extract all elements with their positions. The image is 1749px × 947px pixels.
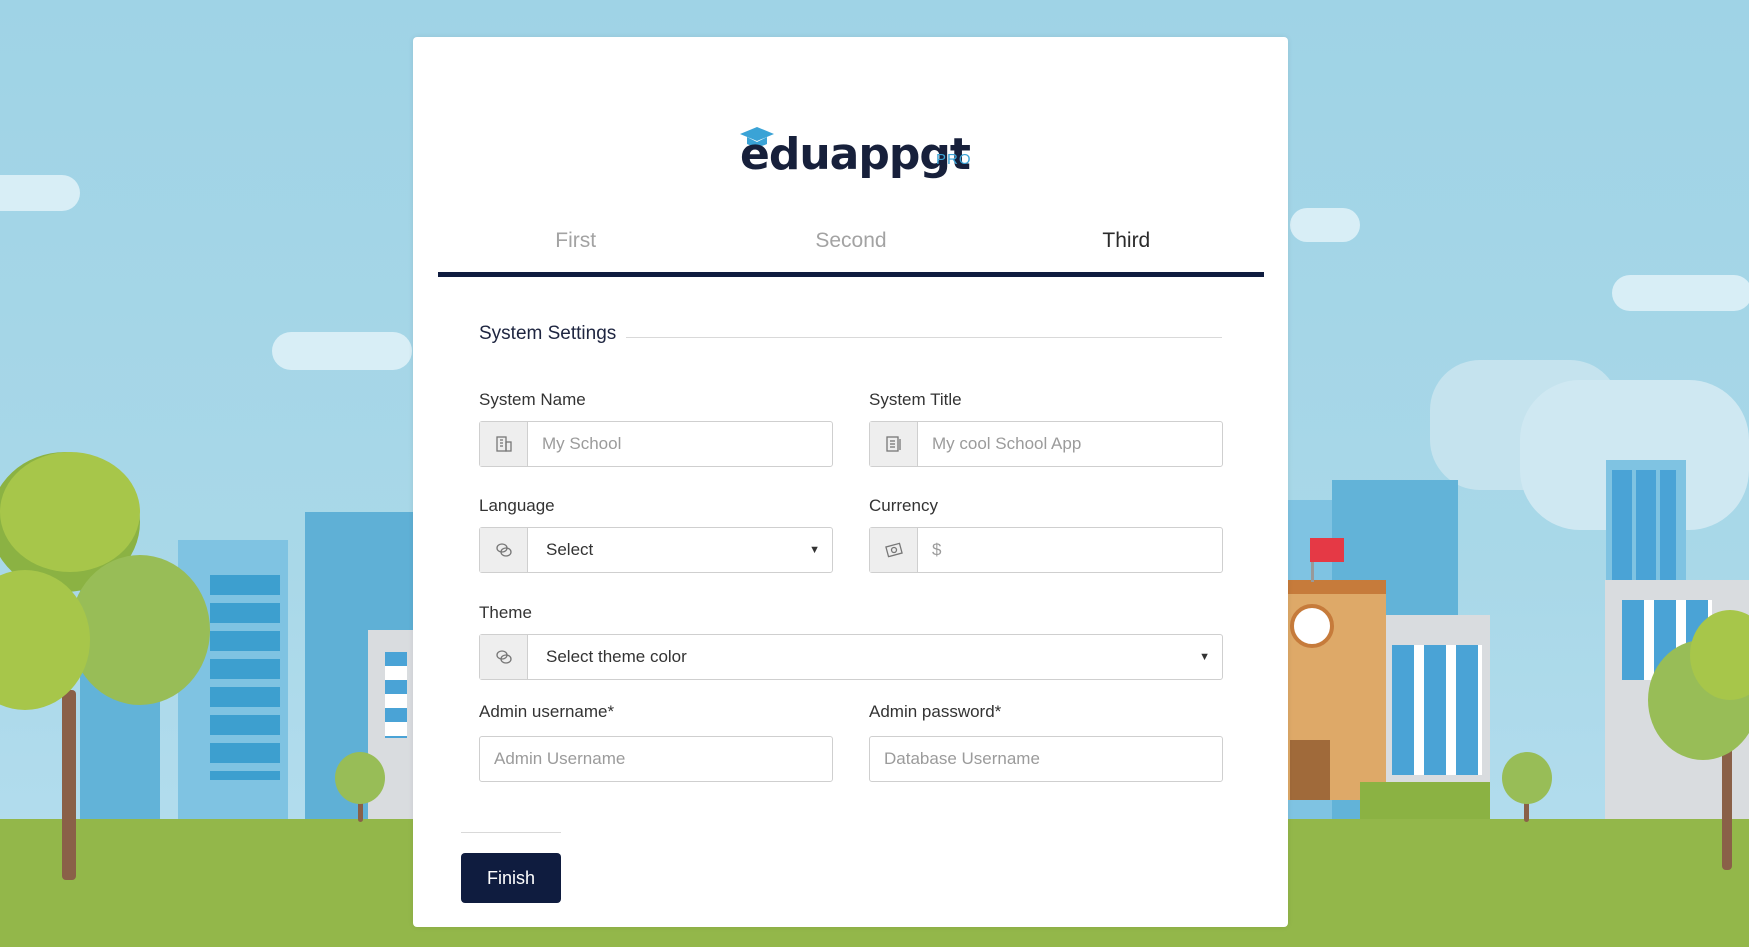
system-title-label: System Title bbox=[869, 390, 962, 409]
admin-password-group bbox=[869, 736, 1223, 782]
theme-value: Select theme color bbox=[546, 647, 687, 666]
tab-first[interactable]: First bbox=[438, 217, 713, 272]
tree-foliage bbox=[70, 555, 210, 705]
system-title-input[interactable] bbox=[918, 422, 1222, 466]
theme-group: Select theme color ▼ bbox=[479, 634, 1223, 680]
building bbox=[210, 575, 280, 780]
section-title: System Settings bbox=[479, 323, 627, 344]
building-icon bbox=[480, 422, 528, 466]
chevron-down-icon: ▼ bbox=[809, 544, 820, 556]
chevron-down-icon: ▼ bbox=[1199, 651, 1210, 663]
system-title-group bbox=[869, 421, 1223, 467]
cloud bbox=[272, 332, 412, 370]
admin-username-label: Admin username* bbox=[479, 702, 615, 721]
system-name-input[interactable] bbox=[528, 422, 832, 466]
setup-wizard-card: eduappgt PRO First Second Third System S… bbox=[413, 37, 1288, 927]
money-icon bbox=[870, 528, 918, 572]
building bbox=[1612, 470, 1676, 590]
clock-icon bbox=[1290, 604, 1334, 648]
theme-label: Theme bbox=[479, 603, 532, 622]
admin-password-label: Admin password* bbox=[869, 702, 1002, 721]
admin-username-input[interactable] bbox=[480, 737, 832, 781]
tab-third[interactable]: Third bbox=[989, 217, 1264, 272]
admin-password-input[interactable] bbox=[870, 737, 1222, 781]
system-name-group bbox=[479, 421, 833, 467]
section-header: System Settings bbox=[479, 323, 1222, 353]
finish-button[interactable]: Finish bbox=[461, 853, 561, 903]
currency-input[interactable] bbox=[918, 528, 1222, 572]
tab-second[interactable]: Second bbox=[713, 217, 988, 272]
cloud bbox=[1290, 208, 1360, 242]
tree-foliage bbox=[1502, 752, 1552, 804]
school-roof bbox=[1288, 580, 1386, 594]
flag bbox=[1310, 538, 1344, 562]
language-group: Select ▼ bbox=[479, 527, 833, 573]
currency-label: Currency bbox=[869, 496, 938, 515]
language-label: Language bbox=[479, 496, 555, 515]
wizard-steps: First Second Third bbox=[438, 217, 1264, 277]
language-value: Select bbox=[546, 540, 594, 559]
chat-icon bbox=[480, 528, 528, 572]
windows bbox=[1392, 645, 1482, 775]
tree-foliage bbox=[335, 752, 385, 804]
cloud bbox=[0, 175, 80, 211]
footer-divider bbox=[461, 832, 561, 833]
school-door bbox=[1290, 740, 1330, 800]
building bbox=[385, 652, 407, 738]
tree-foliage bbox=[0, 452, 140, 572]
tree-trunk bbox=[62, 690, 76, 880]
chat-icon bbox=[480, 635, 528, 679]
document-icon bbox=[870, 422, 918, 466]
admin-username-group bbox=[479, 736, 833, 782]
language-select[interactable]: Select ▼ bbox=[528, 528, 832, 572]
brand-badge: PRO bbox=[936, 151, 972, 168]
cloud bbox=[1612, 275, 1749, 311]
theme-select[interactable]: Select theme color ▼ bbox=[528, 635, 1222, 679]
hedge bbox=[1360, 782, 1490, 820]
currency-group bbox=[869, 527, 1223, 573]
system-name-label: System Name bbox=[479, 390, 586, 409]
brand-logo: eduappgt PRO bbox=[728, 123, 988, 183]
